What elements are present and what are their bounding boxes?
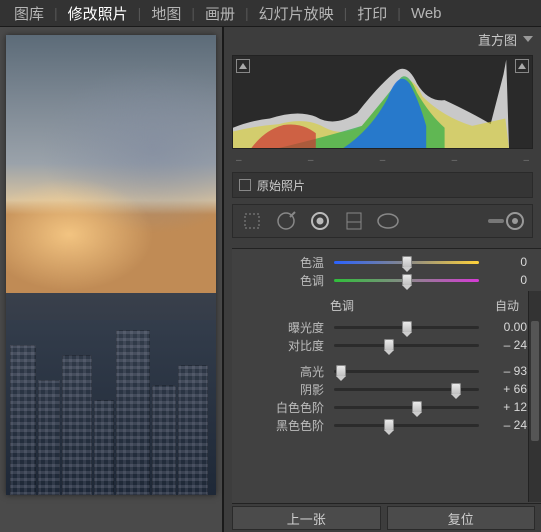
basic-panel: 色温 0 色调 0 色调 自动 曝光度 0.00 <box>232 248 541 504</box>
tool-strip <box>232 204 533 238</box>
graduated-filter-icon[interactable] <box>339 208 369 234</box>
tab-library[interactable]: 图库 <box>4 3 54 24</box>
tab-develop[interactable]: 修改照片 <box>58 3 138 24</box>
tab-map[interactable]: 地图 <box>141 3 191 24</box>
tab-print[interactable]: 打印 <box>347 3 397 24</box>
main-area: 直方图 – – – – – <box>0 27 541 532</box>
tab-web[interactable]: Web <box>401 5 452 22</box>
clipping-highlights-icon[interactable] <box>515 59 529 73</box>
bottom-buttons: 上一张 复位 <box>224 504 541 532</box>
original-photo-checkbox[interactable] <box>239 179 251 191</box>
slider-tint[interactable]: 色调 0 <box>232 271 541 289</box>
slider-shadows[interactable]: 阴影 + 66 <box>232 380 541 398</box>
radial-filter-icon[interactable] <box>373 208 403 234</box>
histogram-header[interactable]: 直方图 <box>224 27 541 51</box>
tab-slideshow[interactable]: 幻灯片放映 <box>249 3 344 24</box>
original-photo-row[interactable]: 原始照片 <box>232 172 533 198</box>
tone-section-label: 色调 <box>330 297 354 314</box>
slider-contrast[interactable]: 对比度 – 24 <box>232 336 541 354</box>
photo-preview[interactable] <box>6 35 216 495</box>
tone-section-header: 色调 自动 <box>232 289 541 318</box>
original-photo-label: 原始照片 <box>257 177 305 194</box>
slider-whites[interactable]: 白色色阶 + 12 <box>232 398 541 416</box>
histogram-ticks: – – – – – <box>236 155 529 166</box>
lightroom-develop-module: 图库 | 修改照片 | 地图 | 画册 | 幻灯片放映 | 打印 | Web <box>0 0 541 532</box>
reset-button[interactable]: 复位 <box>387 506 536 530</box>
slider-temperature[interactable]: 色温 0 <box>232 253 541 271</box>
auto-tone-button[interactable]: 自动 <box>495 297 519 314</box>
crop-tool-icon[interactable] <box>237 208 267 234</box>
previous-button[interactable]: 上一张 <box>232 506 381 530</box>
histogram-graph <box>233 56 509 148</box>
histogram[interactable] <box>232 55 533 149</box>
histogram-title: 直方图 <box>478 30 517 49</box>
slider-highlights[interactable]: 高光 – 93 <box>232 362 541 380</box>
tab-book[interactable]: 画册 <box>195 3 245 24</box>
preview-city <box>6 293 216 495</box>
right-panel: 直方图 – – – – – <box>224 27 541 532</box>
module-tabs: 图库 | 修改照片 | 地图 | 画册 | 幻灯片放映 | 打印 | Web <box>0 0 541 27</box>
scrollbar-thumb[interactable] <box>531 321 539 441</box>
chevron-down-icon <box>523 36 533 42</box>
preview-column <box>0 27 224 532</box>
spot-removal-icon[interactable] <box>271 208 301 234</box>
slider-blacks[interactable]: 黑色色阶 – 24 <box>232 416 541 434</box>
adjustment-brush-icon[interactable] <box>486 208 528 234</box>
redeye-tool-icon[interactable] <box>305 208 335 234</box>
slider-exposure[interactable]: 曝光度 0.00 <box>232 318 541 336</box>
panel-scrollbar[interactable] <box>528 291 541 502</box>
preview-sky <box>6 35 216 320</box>
